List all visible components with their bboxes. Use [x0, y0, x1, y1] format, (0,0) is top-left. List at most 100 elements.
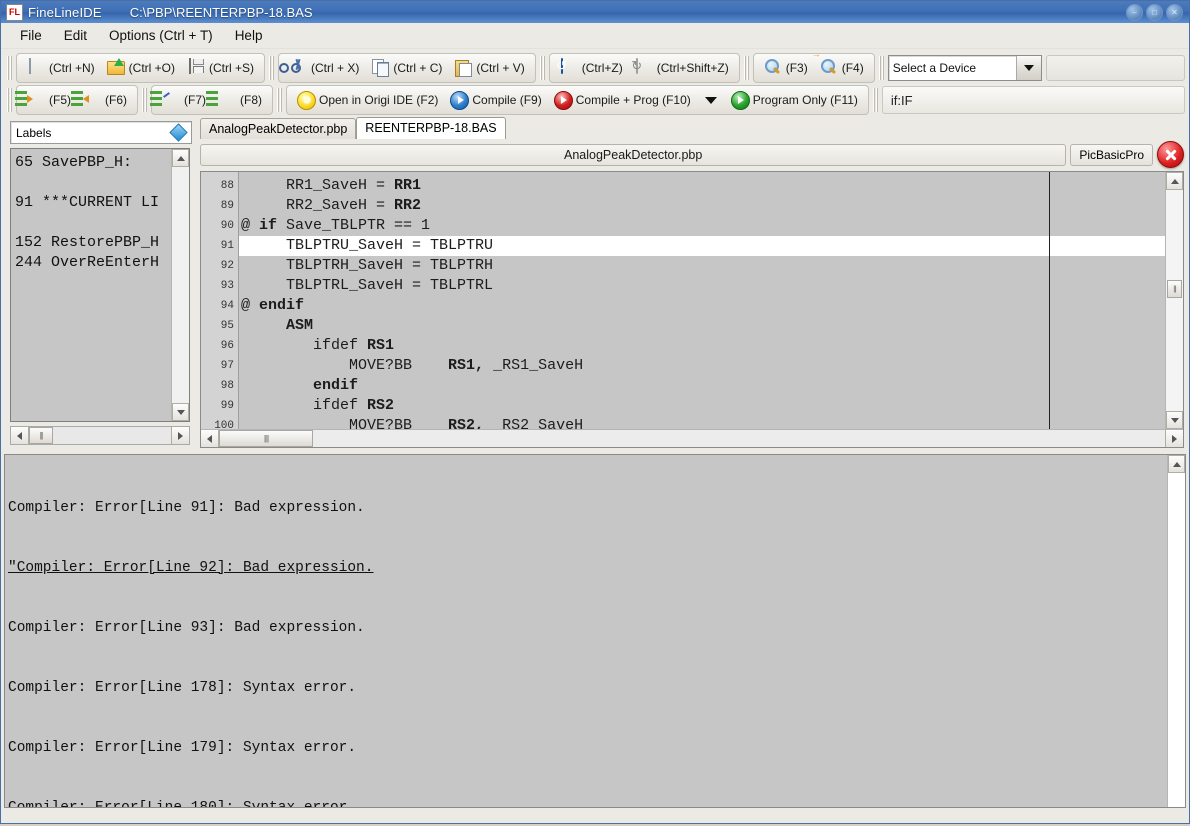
window-file-path: C:\PBP\REENTERPBP-18.BAS — [130, 5, 313, 20]
toolbar-grip-icon-5[interactable] — [879, 56, 884, 80]
code-line[interactable]: ASM — [239, 316, 1165, 336]
dropdown-caret-icon[interactable] — [705, 97, 717, 104]
toolbar-grip-icon-4[interactable] — [744, 56, 749, 80]
device-select-value: Select a Device — [889, 56, 1016, 80]
toolbar-grip-icon-8[interactable] — [277, 88, 282, 112]
toolbar-grip-icon-2[interactable] — [269, 56, 274, 80]
code-text: TBLPTRL_SaveH = TBLPTRL — [241, 277, 493, 294]
list-item[interactable]: 244 OverReEnterH — [15, 253, 171, 273]
scroll-down-button[interactable] — [172, 403, 189, 421]
labels-list[interactable]: 65 SavePBP_H: 91 ***CURRENT LI 152 Resto… — [10, 148, 190, 422]
cut-button[interactable]: (Ctrl + X) — [283, 54, 365, 82]
chevron-down-icon[interactable] — [1016, 56, 1041, 80]
menu-file[interactable]: File — [9, 25, 53, 46]
tab-reenterpbp[interactable]: REENTERPBP-18.BAS — [356, 117, 505, 139]
scroll-thumb[interactable]: ||| — [29, 427, 53, 444]
code-line[interactable]: endif — [239, 376, 1165, 396]
toolbar-grip-icon-6[interactable] — [7, 88, 12, 112]
toolbar-grip-icon-7[interactable] — [142, 88, 147, 112]
code-text-area[interactable]: RR1_SaveH = RR1 RR2_SaveH = RR2 @ if Sav… — [239, 172, 1165, 429]
redo-button[interactable]: ↻ (Ctrl+Shift+Z) — [629, 54, 735, 82]
maximize-button[interactable]: □ — [1146, 4, 1163, 21]
toolbar-grip-icon[interactable] — [7, 56, 12, 80]
code-line[interactable]: MOVE?BB RS2, _RS2_SaveH — [239, 416, 1165, 429]
code-line[interactable]: ifdef RS1 — [239, 336, 1165, 356]
find-next-button[interactable]: → (F4) — [814, 54, 870, 82]
list-item[interactable]: 91 ***CURRENT LI — [15, 193, 171, 213]
console-vertical-scrollbar[interactable] — [1167, 455, 1185, 807]
code-text: MOVE?BB — [241, 357, 448, 374]
editor-scroll-thumb[interactable]: ||| — [1167, 280, 1182, 298]
comment-button[interactable]: (F7) — [156, 86, 212, 114]
code-line-current[interactable]: TBLPTRU_SaveH = TBLPTRU — [239, 236, 1165, 256]
labels-horizontal-scrollbar[interactable]: ||| — [10, 426, 190, 445]
indent-right-button[interactable]: (F5) — [21, 86, 77, 114]
labels-combo[interactable]: Labels — [10, 121, 192, 144]
code-line[interactable]: MOVE?BB RS1, _RS1_SaveH — [239, 356, 1165, 376]
list-item[interactable] — [15, 173, 171, 193]
code-keyword: ASM — [286, 317, 313, 334]
code-line[interactable]: ifdef RS2 — [239, 396, 1165, 416]
line-number: 90 — [201, 216, 234, 236]
menu-help[interactable]: Help — [224, 25, 274, 46]
toolbar-grip-icon-9[interactable] — [873, 88, 878, 112]
console-scroll-up-button[interactable] — [1168, 455, 1185, 473]
program-only-button[interactable]: Program Only (F11) — [725, 86, 864, 114]
language-mode-button[interactable]: PicBasicPro — [1070, 144, 1153, 166]
open-file-button[interactable]: (Ctrl +O) — [101, 54, 181, 82]
code-line[interactable]: RR2_SaveH = RR2 — [239, 196, 1165, 216]
scroll-up-button[interactable] — [172, 149, 189, 167]
open-in-origi-ide-button[interactable]: Open in Origi IDE (F2) — [291, 86, 444, 114]
list-item[interactable]: 65 SavePBP_H: — [15, 153, 171, 173]
compile-and-program-button[interactable]: Compile + Prog (F10) — [548, 86, 697, 114]
code-line[interactable]: @ endif — [239, 296, 1165, 316]
current-file-path[interactable]: AnalogPeakDetector.pbp — [200, 144, 1066, 166]
compiler-output-console[interactable]: Compiler: Error[Line 91]: Bad expression… — [4, 454, 1186, 808]
menu-edit[interactable]: Edit — [53, 25, 98, 46]
line-number: 93 — [201, 276, 234, 296]
console-line-selected[interactable]: "Compiler: Error[Line 92]: Bad expressio… — [8, 558, 1167, 578]
fl-logo-icon: FL — [6, 4, 23, 21]
save-file-button[interactable]: (Ctrl +S) — [181, 54, 260, 82]
editor-scroll-up-button[interactable] — [1166, 172, 1183, 190]
labels-vertical-scrollbar[interactable] — [171, 149, 189, 421]
code-text — [241, 377, 313, 394]
list-item[interactable]: 152 RestorePBP_H — [15, 233, 171, 253]
code-line[interactable]: TBLPTRH_SaveH = TBLPTRH — [239, 256, 1165, 276]
toolbar-grip-icon-3[interactable] — [540, 56, 545, 80]
paste-button[interactable]: (Ctrl + V) — [448, 54, 530, 82]
undo-button[interactable]: ↺ (Ctrl+Z) — [554, 54, 629, 82]
editor-hscroll-thumb[interactable]: |||| — [219, 430, 313, 447]
editor-vertical-scrollbar[interactable]: ||| — [1165, 172, 1183, 429]
scroll-right-button[interactable] — [171, 427, 189, 444]
code-line[interactable]: RR1_SaveH = RR1 — [239, 176, 1165, 196]
code-line[interactable]: TBLPTRL_SaveH = TBLPTRL — [239, 276, 1165, 296]
menu-options[interactable]: Options (Ctrl + T) — [98, 25, 224, 46]
list-item[interactable] — [15, 213, 171, 233]
editor-scroll-left-button[interactable] — [201, 430, 219, 447]
copy-button[interactable]: (Ctrl + C) — [365, 54, 448, 82]
editor-horizontal-scrollbar[interactable]: |||| — [201, 429, 1183, 447]
find-button[interactable]: (F3) — [758, 54, 814, 82]
minimize-button[interactable]: – — [1126, 4, 1143, 21]
labels-combo-arrow-icon[interactable] — [165, 126, 191, 139]
menu-bar: File Edit Options (Ctrl + T) Help — [1, 23, 1189, 49]
code-line[interactable]: @ if Save_TBLPTR == 1 — [239, 216, 1165, 236]
uncomment-button[interactable]: (F8) — [212, 86, 268, 114]
editor-panel: AnalogPeakDetector.pbp REENTERPBP-18.BAS… — [196, 118, 1186, 448]
editor-scroll-down-button[interactable] — [1166, 411, 1183, 429]
open-file-label: (Ctrl +O) — [129, 61, 175, 75]
compile-button[interactable]: Compile (F9) — [444, 86, 547, 114]
device-select[interactable]: Select a Device — [888, 55, 1042, 81]
close-button[interactable]: ✕ — [1166, 4, 1183, 21]
toolbar-row-2: (F5) (F6) (F7) (F8) — [1, 84, 1189, 116]
keyword-status-field: if:IF — [882, 86, 1185, 114]
code-keyword: RS2 — [367, 397, 394, 414]
new-file-button[interactable]: (Ctrl +N) — [21, 54, 101, 82]
find-toolbar-group: (F3) → (F4) — [753, 53, 875, 83]
close-file-button[interactable] — [1157, 141, 1184, 168]
tab-analogpeakdetector[interactable]: AnalogPeakDetector.pbp — [200, 118, 356, 139]
indent-left-button[interactable]: (F6) — [77, 86, 133, 114]
editor-scroll-right-button[interactable] — [1165, 430, 1183, 447]
scroll-left-button[interactable] — [11, 427, 29, 444]
